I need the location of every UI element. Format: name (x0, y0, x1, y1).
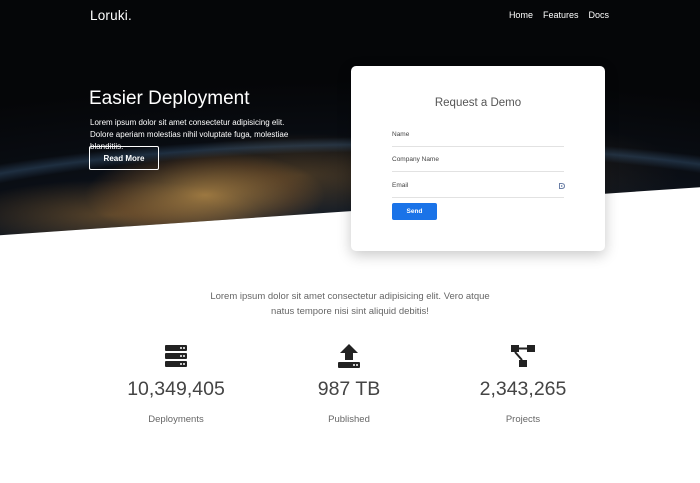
stat-deployments: 10,349,405 Deployments (91, 343, 261, 425)
company-field (392, 148, 564, 172)
autofill-icon[interactable] (559, 183, 565, 189)
nav-item-home[interactable]: Home (509, 10, 533, 20)
stat-value: 2,343,265 (479, 378, 567, 400)
main-nav: Home Features Docs (509, 10, 609, 20)
server-icon (165, 345, 187, 367)
name-input[interactable] (392, 123, 564, 146)
stat-published: 987 TB Published (264, 343, 434, 425)
nav-item-docs[interactable]: Docs (588, 10, 609, 20)
brand-logo[interactable]: Loruki. (90, 8, 132, 23)
stat-value: 987 TB (317, 378, 381, 400)
project-diagram-icon (511, 345, 535, 367)
stat-projects: 2,343,265 Projects (438, 343, 608, 425)
intro-text: Lorem ipsum dolor sit amet consectetur a… (210, 291, 490, 317)
request-demo-card: Request a Demo Send (351, 66, 605, 251)
send-button[interactable]: Send (392, 203, 437, 220)
demo-form-title: Request a Demo (434, 97, 522, 109)
upload-icon (338, 344, 360, 368)
email-field (392, 174, 565, 198)
email-input[interactable] (392, 174, 564, 197)
stat-label: Deployments (148, 414, 204, 425)
stat-value: 10,349,405 (127, 378, 225, 400)
hero-title: Easier Deployment (89, 88, 250, 109)
company-name-input[interactable] (392, 148, 564, 171)
read-more-button[interactable]: Read More (89, 146, 159, 170)
nav-item-features[interactable]: Features (543, 10, 579, 20)
name-field (392, 123, 564, 147)
stat-label: Projects (505, 414, 541, 425)
stat-label: Published (328, 414, 370, 425)
